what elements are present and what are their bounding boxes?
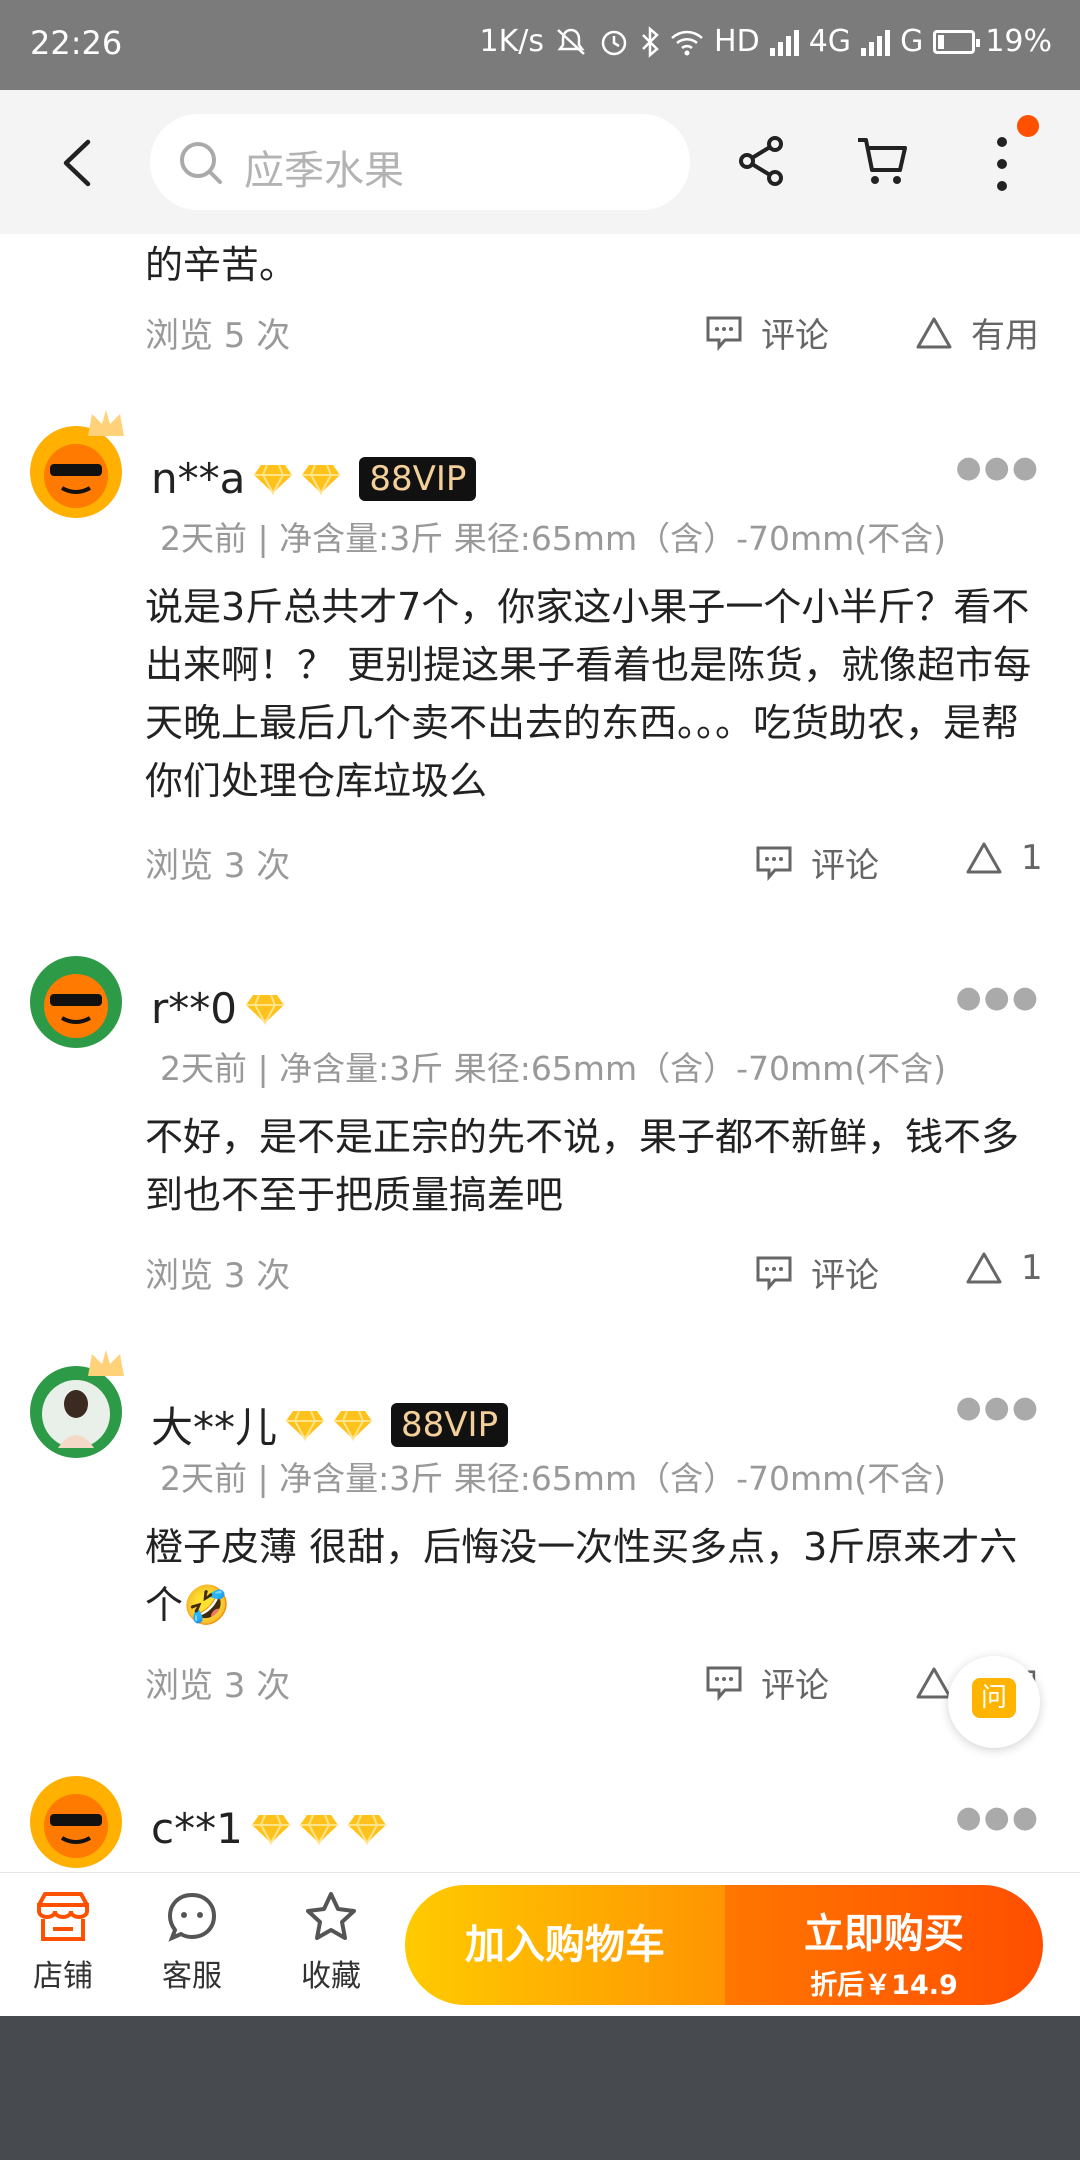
- gem-icon: [286, 1410, 325, 1441]
- comment-icon: [706, 1666, 742, 1701]
- view-count: 浏览 3 次: [145, 1666, 291, 1706]
- status-bar: 22:26 1K/s HD 4G G 19%: [0, 0, 1080, 90]
- comment-button[interactable]: 评论: [705, 308, 829, 357]
- view-count: 浏览 5 次: [145, 316, 291, 356]
- notification-dot: [1017, 115, 1039, 137]
- alarm-icon: [601, 30, 627, 55]
- gem-icon: [251, 1814, 290, 1845]
- bluetooth-icon: [642, 25, 659, 58]
- status-time: 22:26: [30, 24, 123, 62]
- review-meta: 2天前 | 净含量:3斤 果径:65mm（含）-70mm(不含): [160, 519, 947, 558]
- review-actions: 浏览 5 次 评论 有用: [145, 304, 1044, 357]
- hd-label: HD: [714, 24, 760, 59]
- back-icon[interactable]: [58, 138, 98, 188]
- star-icon: [306, 1892, 356, 1940]
- cart-icon[interactable]: [855, 134, 909, 188]
- useful-button[interactable]: 1: [965, 1248, 1043, 1288]
- more-options-icon[interactable]: ●●●: [955, 980, 1040, 1015]
- gem-icon: [334, 1410, 373, 1441]
- search-placeholder: 应季水果: [244, 148, 404, 194]
- useful-icon: [966, 842, 1002, 874]
- search-icon: [180, 142, 222, 184]
- buy-now-label: 立即购买: [804, 1911, 964, 1957]
- username[interactable]: r**0: [151, 984, 285, 1033]
- username[interactable]: n**a 88VIP: [151, 454, 477, 503]
- top-header: 应季水果: [0, 90, 1080, 234]
- more-options-icon[interactable]: ●●●: [955, 1390, 1040, 1425]
- battery-percent: 19%: [985, 24, 1052, 59]
- review-meta: 2天前 | 净含量:3斤 果径:65mm（含）-70mm(不含): [160, 1049, 947, 1088]
- useful-button[interactable]: 1: [965, 838, 1043, 878]
- gem-icon: [302, 464, 341, 495]
- review-actions: 浏览 3 次 评论 1: [145, 1244, 1044, 1297]
- avatar[interactable]: [28, 1774, 124, 1870]
- crown-icon: [88, 410, 124, 436]
- vip-badge: 88VIP: [359, 456, 477, 501]
- review-text: 橙子皮薄 很甜，后悔没一次性买多点，3斤原来才六个🤣: [145, 1525, 1018, 1627]
- system-nav-bar: [0, 2016, 1080, 2160]
- add-to-cart-button[interactable]: 加入购物车: [405, 1885, 725, 2005]
- comment-icon: [756, 846, 792, 881]
- net-speed: 1K/s: [479, 24, 545, 59]
- review-list: 的辛苦。 浏览 5 次 评论 有用 n**a 88VIP ●●● 2天前 | 净…: [0, 234, 1080, 1872]
- comment-button[interactable]: 评论: [755, 838, 879, 887]
- review-actions: 浏览 3 次 评论 1: [145, 834, 1044, 887]
- useful-icon: [966, 1252, 1002, 1284]
- signal-icon-2: [861, 28, 891, 56]
- comment-button[interactable]: 评论: [755, 1248, 879, 1297]
- mute-icon: [557, 28, 585, 55]
- comment-icon: [706, 316, 742, 351]
- shop-icon: [37, 1892, 89, 1941]
- more-options-icon[interactable]: ●●●: [955, 450, 1040, 485]
- more-icon[interactable]: [993, 134, 1011, 194]
- favorite-button[interactable]: 收藏: [276, 1891, 386, 1995]
- gem-icon: [254, 464, 293, 495]
- vip-badge: 88VIP: [391, 1402, 509, 1447]
- buy-now-button[interactable]: 立即购买 折后￥14.9: [725, 1885, 1043, 2005]
- signal-icon: [769, 28, 799, 56]
- status-icons: 1K/s HD 4G G 19%: [480, 24, 1052, 59]
- wifi-icon: [671, 30, 703, 55]
- network-g: G: [900, 24, 924, 59]
- comment-icon: [756, 1256, 792, 1291]
- view-count: 浏览 3 次: [145, 846, 291, 886]
- review-actions: 浏览 3 次 评论 有用: [145, 1654, 1044, 1707]
- crown-icon: [88, 1350, 124, 1376]
- service-icon: [167, 1892, 217, 1942]
- useful-button[interactable]: 有用: [915, 308, 1039, 357]
- comment-button[interactable]: 评论: [705, 1658, 829, 1707]
- gem-icon: [246, 994, 284, 1025]
- avatar[interactable]: [28, 954, 124, 1050]
- ask-question-button[interactable]: 问: [948, 1656, 1040, 1748]
- discount-price: 折后￥14.9: [810, 1970, 958, 2001]
- share-icon[interactable]: [737, 134, 787, 188]
- review-text-fragment: 的辛苦。: [145, 243, 298, 287]
- review-text: 不好，是不是正宗的先不说，果子都不新鲜，钱不多到也不至于把质量搞差吧: [145, 1115, 1020, 1217]
- bottom-action-bar: 店铺 客服 收藏 加入购物车 立即购买 折后￥14.9: [0, 1872, 1080, 2016]
- username[interactable]: 大**儿 88VIP: [151, 1394, 509, 1455]
- network-4g: 4G: [808, 24, 852, 59]
- ask-icon: 问: [972, 1678, 1016, 1718]
- more-options-icon[interactable]: ●●●: [955, 1800, 1040, 1835]
- shop-button[interactable]: 店铺: [8, 1891, 118, 1995]
- useful-icon: [916, 1667, 952, 1698]
- review-meta: 2天前 | 净含量:3斤 果径:65mm（含）-70mm(不含): [160, 1459, 947, 1498]
- useful-icon: [916, 317, 952, 348]
- username[interactable]: c**1: [151, 1804, 387, 1853]
- search-input[interactable]: 应季水果: [150, 114, 690, 210]
- battery-icon: [933, 29, 981, 54]
- view-count: 浏览 3 次: [145, 1256, 291, 1296]
- customer-service-button[interactable]: 客服: [137, 1891, 247, 1995]
- gem-icon: [347, 1814, 386, 1845]
- gem-icon: [299, 1814, 338, 1845]
- review-text: 说是3斤总共才7个，你家这小果子一个小半斤？看不出来啊！？ 更别提这果子看着也是…: [145, 585, 1032, 803]
